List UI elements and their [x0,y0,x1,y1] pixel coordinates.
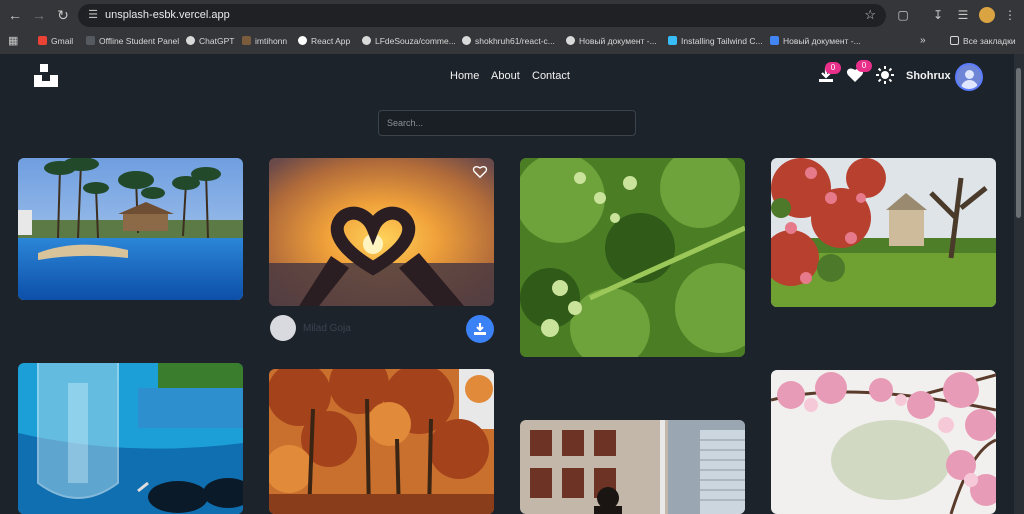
translate-icon[interactable]: ☰ [955,7,971,23]
bookmark-item[interactable]: Gmail [38,34,73,48]
like-heart-icon[interactable] [472,164,488,179]
likes-badge: 0 [856,60,872,72]
search-input[interactable] [378,110,636,136]
photo-card[interactable] [269,158,494,306]
nav-about[interactable]: About [491,70,520,82]
photo-card[interactable] [18,158,243,300]
download-icon[interactable]: ↧ [930,7,946,23]
bookmark-item[interactable]: shokhruh61/react-c... [462,34,555,48]
card-footer: Milad Goja [269,312,494,344]
logo-icon[interactable] [34,64,58,87]
browser-toolbar: ← → ↻ ☰ unsplash-esbk.vercel.app ☆ ▢ ↧ ☰… [0,0,1024,31]
page-content: Home About Contact 0 0 Shohrux Search...… [0,54,1014,514]
folder-icon [950,36,959,45]
page-scrollbar[interactable] [1014,54,1024,514]
photo-autumn-forest [269,369,494,514]
author-name[interactable]: Milad Goja [303,323,351,334]
site-info-icon[interactable]: ☰ [86,8,100,22]
bookmark-item[interactable]: React App [298,34,350,48]
photo-heart-sunset [269,158,494,306]
bookmark-star-icon[interactable]: ☆ [864,7,876,23]
site-icon [242,36,251,45]
github-icon [462,36,471,45]
other-bookmarks[interactable]: Все закладки [950,34,1016,48]
photo-card[interactable] [520,420,745,514]
menu-icon[interactable]: ⋮ [1002,7,1018,23]
nav-contact[interactable]: Contact [532,70,570,82]
forward-icon[interactable]: → [30,6,48,24]
photo-card[interactable] [520,158,745,357]
browser-chrome: ← → ↻ ☰ unsplash-esbk.vercel.app ☆ ▢ ↧ ☰… [0,0,1024,54]
download-icon [474,323,486,335]
chatgpt-icon [186,36,195,45]
site-icon [566,36,575,45]
photo-card[interactable] [269,369,494,514]
photo-building-man [520,420,745,514]
photo-glass-sunglasses [18,363,243,514]
photo-garden-chapel [771,158,996,307]
username[interactable]: Shohrux [906,70,951,82]
extensions-icon[interactable]: ▢ [895,7,911,23]
site-icon [86,36,95,45]
reload-icon[interactable]: ↻ [54,6,72,24]
photo-card[interactable] [771,158,996,307]
back-icon[interactable]: ← [6,6,24,24]
photo-cherry-blossom [771,370,996,514]
site-icon [362,36,371,45]
bookmark-item[interactable]: Installing Tailwind C... [668,34,763,48]
photo-resort-pool [18,158,243,300]
bookmark-item[interactable]: Новый документ -... [566,34,657,48]
bookmark-item[interactable]: Новый документ -... [770,34,861,48]
download-button[interactable] [466,315,494,343]
nav-home[interactable]: Home [450,70,479,82]
scrollbar-thumb[interactable] [1016,68,1021,218]
bookmark-item[interactable]: ChatGPT [186,34,234,48]
docs-icon [770,36,779,45]
bookmark-item[interactable]: LFdeSouza/comme... [362,34,456,48]
react-icon [298,36,307,45]
url-text: unsplash-esbk.vercel.app [105,9,230,21]
address-bar[interactable]: ☰ unsplash-esbk.vercel.app ☆ [78,4,886,27]
gmail-icon [38,36,47,45]
downloads-badge: 0 [825,62,841,74]
photo-card[interactable] [18,363,243,514]
apps-icon[interactable]: ▦ [8,34,18,48]
more-bookmarks-icon[interactable]: » [920,34,926,48]
tailwind-icon [668,36,677,45]
bookmark-item[interactable]: imtihonn [242,34,287,48]
theme-toggle-icon[interactable] [876,66,894,89]
photo-green-plant [520,158,745,357]
author-avatar[interactable] [270,315,296,341]
profile-avatar[interactable] [979,7,995,23]
photo-card[interactable] [771,370,996,514]
bookmarks-bar: ▦ Gmail Offline Student Panel ChatGPT im… [0,31,1024,50]
bookmark-item[interactable]: Offline Student Panel [86,34,179,48]
user-avatar[interactable] [955,63,983,91]
